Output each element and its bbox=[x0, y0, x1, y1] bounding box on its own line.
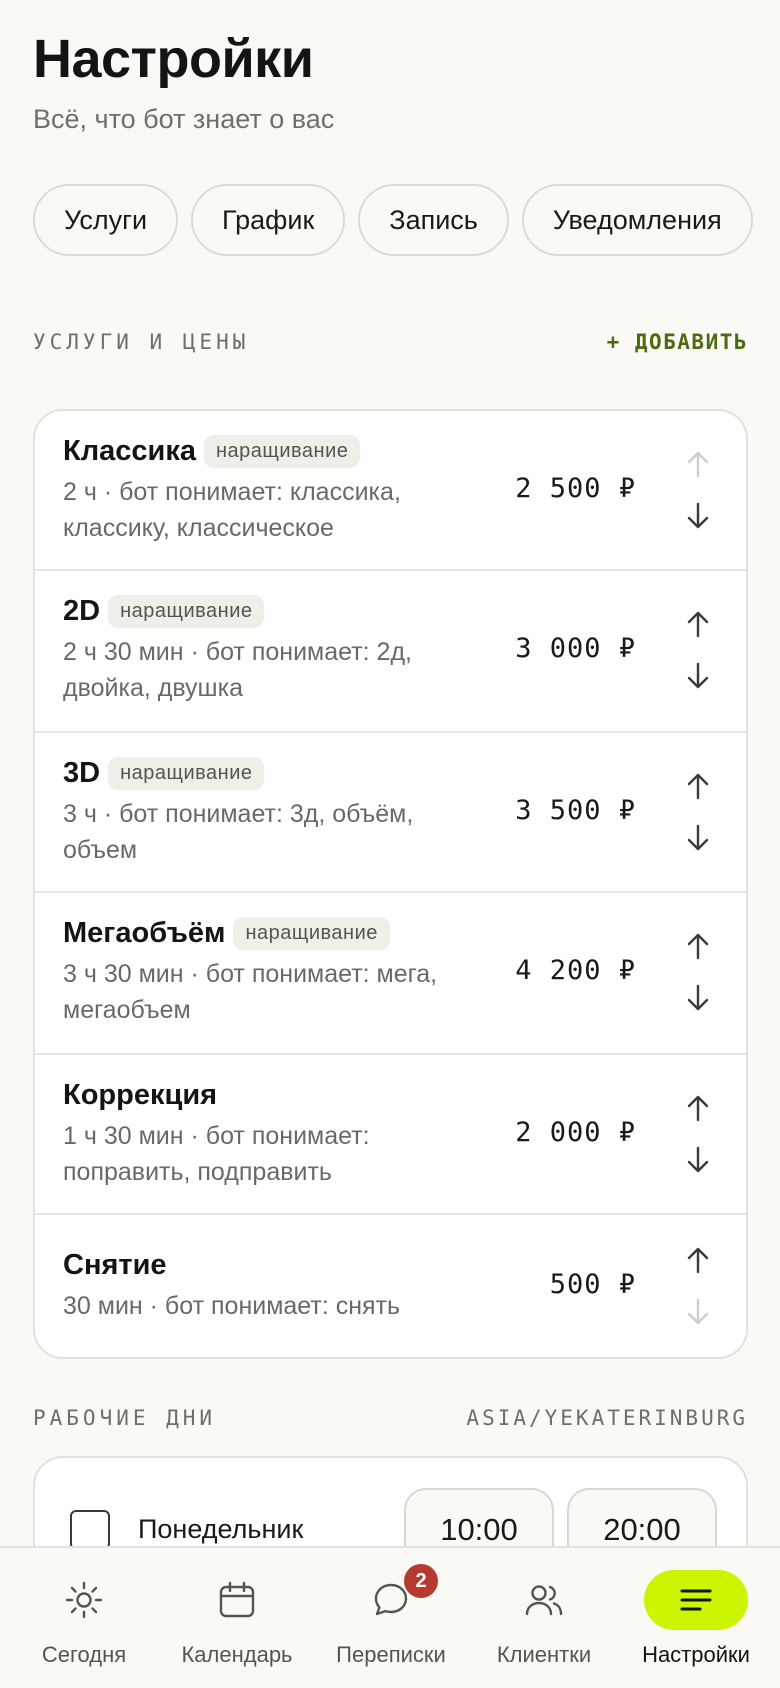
work-days-section-label: РАБОЧИЕ ДНИ bbox=[33, 1406, 217, 1430]
tab-services[interactable]: Услуги bbox=[33, 184, 179, 256]
move-down-arrow-icon[interactable] bbox=[684, 659, 712, 693]
service-price: 3 000 ₽ bbox=[515, 633, 636, 664]
service-price: 2 500 ₽ bbox=[515, 473, 636, 504]
tab-notifications[interactable]: Уведомления bbox=[521, 184, 753, 256]
service-row[interactable]: Мегаобъём наращивание 3 ч 30 мин · бот п… bbox=[35, 893, 746, 1055]
timezone-label[interactable]: ASIA/YEKATERINBURG bbox=[466, 1406, 748, 1430]
sun-icon bbox=[65, 1581, 103, 1619]
service-name: Классика bbox=[63, 435, 196, 467]
service-row[interactable]: Коррекция 1 ч 30 мин · бот понимает: поп… bbox=[35, 1055, 746, 1215]
service-name: Коррекция bbox=[63, 1079, 218, 1111]
menu-lines-icon bbox=[680, 1589, 712, 1611]
nav-clients[interactable]: Клиентки bbox=[484, 1548, 604, 1688]
nav-label: Настройки bbox=[642, 1642, 750, 1667]
nav-label: Переписки bbox=[336, 1642, 446, 1667]
page-subtitle: Всё, что бот знает о вас bbox=[33, 104, 335, 134]
nav-calendar[interactable]: Календарь bbox=[170, 1548, 304, 1688]
tab-booking[interactable]: Запись bbox=[358, 184, 509, 256]
move-down-arrow-icon[interactable] bbox=[684, 1143, 712, 1177]
settings-screen: Настройки Всё, что бот знает о вас Услуг… bbox=[0, 0, 780, 1688]
calendar-icon bbox=[219, 1581, 255, 1618]
service-description: 1 ч 30 мин · бот понимает: поправить, по… bbox=[63, 1122, 370, 1186]
bottom-navigation: Сегодня Календарь 2 Переписки Клиентки Н… bbox=[0, 1546, 780, 1688]
service-price: 500 ₽ bbox=[549, 1269, 636, 1300]
users-icon bbox=[525, 1585, 563, 1616]
service-row[interactable]: 3D наращивание 3 ч · бот понимает: 3д, о… bbox=[35, 733, 746, 893]
nav-chats[interactable]: 2 Переписки bbox=[330, 1548, 452, 1688]
move-up-arrow-icon[interactable] bbox=[684, 769, 712, 803]
service-row[interactable]: Классика наращивание 2 ч · бот понимает:… bbox=[35, 411, 746, 571]
page-title: Настройки bbox=[33, 29, 314, 89]
service-price: 2 000 ₽ bbox=[515, 1117, 636, 1148]
service-name: 3D bbox=[63, 757, 101, 789]
day-checkbox[interactable] bbox=[70, 1510, 110, 1550]
move-down-arrow-icon bbox=[684, 1295, 712, 1329]
service-tag: наращивание bbox=[233, 917, 390, 950]
services-list: Классика наращивание 2 ч · бот понимает:… bbox=[33, 409, 748, 1359]
nav-today[interactable]: Сегодня bbox=[32, 1548, 136, 1688]
service-tag: наращивание bbox=[108, 757, 265, 790]
service-name: 2D bbox=[63, 595, 101, 627]
services-section-label: УСЛУГИ И ЦЕНЫ bbox=[33, 330, 250, 354]
move-up-arrow-icon[interactable] bbox=[684, 1091, 712, 1125]
service-name: Мегаобъём bbox=[63, 917, 226, 949]
move-up-arrow-icon[interactable] bbox=[684, 607, 712, 641]
tab-schedule[interactable]: График bbox=[191, 184, 346, 256]
service-description: 2 ч · бот понимает: классика, классику, … bbox=[63, 478, 401, 542]
service-row[interactable]: 2D наращивание 2 ч 30 мин · бот понимает… bbox=[35, 571, 746, 733]
service-tag: наращивание bbox=[203, 435, 361, 468]
service-name: Снятие bbox=[63, 1249, 167, 1281]
move-up-arrow-icon[interactable] bbox=[684, 1243, 712, 1277]
move-down-arrow-icon[interactable] bbox=[684, 981, 712, 1015]
service-description: 30 мин · бот понимает: снять bbox=[63, 1292, 401, 1320]
move-up-arrow-icon bbox=[684, 447, 712, 481]
settings-tabs: Услуги График Запись Уведомления bbox=[33, 184, 753, 256]
nav-label: Сегодня bbox=[41, 1642, 127, 1667]
service-description: 3 ч 30 мин · бот понимает: мега, мегаобъ… bbox=[63, 960, 438, 1024]
nav-label: Календарь bbox=[181, 1642, 293, 1667]
service-tag: наращивание bbox=[108, 595, 265, 628]
service-row[interactable]: Снятие 30 мин · бот понимает: снять 500 … bbox=[35, 1215, 746, 1357]
move-up-arrow-icon[interactable] bbox=[684, 929, 712, 963]
move-down-arrow-icon[interactable] bbox=[684, 821, 712, 855]
add-service-button[interactable]: + ДОБАВИТЬ bbox=[607, 330, 748, 354]
service-description: 3 ч · бот понимает: 3д, объём, объем bbox=[63, 800, 414, 864]
service-description: 2 ч 30 мин · бот понимает: 2д, двойка, д… bbox=[63, 638, 412, 702]
service-price: 3 500 ₽ bbox=[515, 795, 636, 826]
unread-badge: 2 bbox=[404, 1564, 438, 1598]
service-price: 4 200 ₽ bbox=[515, 955, 636, 986]
nav-label: Клиентки bbox=[496, 1642, 592, 1667]
day-name: Понедельник bbox=[138, 1514, 304, 1544]
nav-settings[interactable]: Настройки bbox=[636, 1548, 756, 1688]
move-down-arrow-icon[interactable] bbox=[684, 499, 712, 533]
